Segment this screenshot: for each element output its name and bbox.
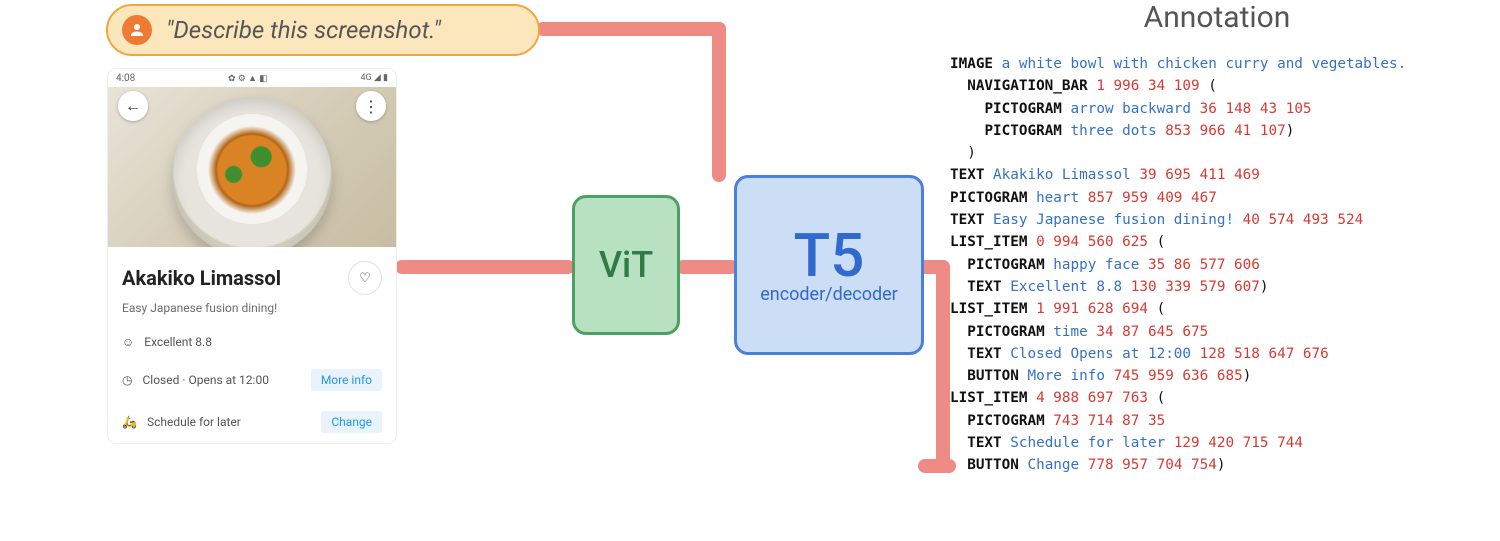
rating-text: Excellent 8.8 [144,335,212,349]
vit-label: ViT [599,244,653,286]
scooter-icon: 🛵 [122,415,137,429]
status-right-icons: 4G ◢ ▮ [360,73,388,83]
schedule-row: 🛵 Schedule for later Change [122,411,382,433]
schedule-text: Schedule for later [147,415,241,429]
rating-row: ☺ Excellent 8.8 [122,335,382,349]
flow-connector [712,22,726,182]
prompt-text: "Describe this screenshot." [166,16,441,44]
status-left-icons: ✿ ⚙ ▲ ◧ [228,73,268,84]
back-icon[interactable]: ← [118,91,148,121]
annotation-title: Annotation [950,0,1484,35]
change-button[interactable]: Change [321,411,382,433]
menu-dots-icon[interactable]: ⋮ [356,91,386,121]
flow-connector [936,260,950,470]
annotation-code: IMAGE a white bowl with chicken curry an… [950,53,1484,477]
phone-mock: 4:08 ✿ ⚙ ▲ ◧ 4G ◢ ▮ ← ⋮ Akakiko Limassol… [107,68,397,444]
clock-icon: ◷ [122,373,132,387]
food-curry-illustration [206,126,298,214]
status-bar: 4:08 ✿ ⚙ ▲ ◧ 4G ◢ ▮ [108,69,396,87]
nav-overlay: ← ⋮ [108,91,396,121]
flow-connector [536,22,726,36]
status-time: 4:08 [116,73,135,84]
heart-icon[interactable]: ♡ [348,261,382,295]
happy-face-icon: ☺ [122,335,134,349]
t5-box: T5 encoder/decoder [734,175,924,355]
t5-sublabel: encoder/decoder [760,284,898,305]
flow-connector [676,260,738,274]
hours-row: ◷ Closed · Opens at 12:00 More info [122,369,382,391]
annotation-panel: Annotation IMAGE a white bowl with chick… [950,0,1484,477]
hours-text: Closed · Opens at 12:00 [142,373,268,387]
restaurant-title: Akakiko Limassol [122,266,281,290]
user-avatar-icon [122,15,152,45]
vit-box: ViT [572,195,680,335]
t5-label: T5 [794,226,865,286]
prompt-bubble: "Describe this screenshot." [106,4,540,56]
restaurant-subtitle: Easy Japanese fusion dining! [122,301,382,315]
flow-connector [395,260,575,274]
more-info-button[interactable]: More info [311,369,382,391]
flow-terminal-node [918,459,956,473]
